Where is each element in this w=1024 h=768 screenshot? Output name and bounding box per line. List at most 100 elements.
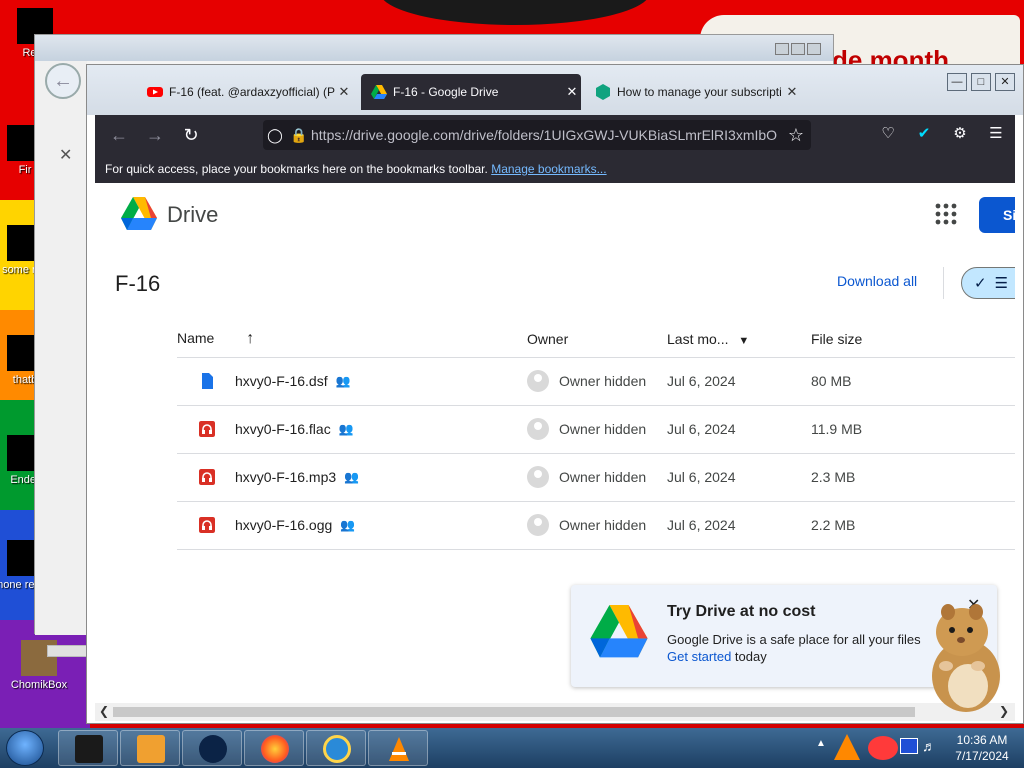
account-sync-icon[interactable]: ✔ [911,121,937,147]
table-row[interactable]: hxvy0-F-16.ogg 👥 Owner hidden Jul 6, 202… [177,501,1015,550]
vlc-tray-icon[interactable] [834,734,860,760]
column-name[interactable]: Name ↑ [177,321,527,358]
address-bar[interactable]: ◯ 🔒 https://drive.google.com/drive/folde… [263,120,811,150]
scrollbar-thumb[interactable] [113,707,915,717]
modified-date: Jul 6, 2024 [667,405,811,454]
shield-icon[interactable]: ◯ [263,127,287,144]
back-arrow-icon[interactable]: ← [45,63,81,99]
network-icon[interactable] [900,738,918,754]
vlc-icon [389,737,409,761]
back-arrow-icon[interactable]: ← [101,125,137,146]
tab-subscription[interactable]: How to manage your subscripti ✕ [585,74,801,110]
modified-date: Jul 6, 2024 [667,501,811,550]
file-name[interactable]: hxvy0-F-16.ogg [235,517,332,533]
google-drive-icon [371,85,387,99]
file-size: 2.2 MB [811,501,1015,550]
file-size: 11.9 MB [811,405,1015,454]
file-name[interactable]: hxvy0-F-16.dsf [235,373,328,389]
close-icon[interactable]: ✕ [59,145,83,165]
start-button[interactable] [6,730,44,766]
extensions-icon[interactable]: ⚙ [947,121,973,147]
taskbar: ▲ ♬ 10:36 AM 7/17/2024 [0,728,1024,768]
close-window-button[interactable]: ✕ [995,73,1015,91]
drive-app-name[interactable]: Drive [167,202,218,228]
youtube-icon [147,87,163,97]
check-icon: ✓ [974,275,987,292]
minimize-button[interactable]: — [947,73,967,91]
tray-app-icon[interactable] [868,736,898,760]
toolbar-right: ♡ ✔ ⚙ ☰ [875,121,1009,147]
hamster-mascot-icon [932,604,1000,712]
system-tray: ▲ ♬ 10:36 AM 7/17/2024 [810,728,1024,768]
background-close-button[interactable] [807,43,821,55]
dropdown-arrow-icon[interactable]: ▼ [738,335,749,347]
doc-file-icon [202,373,213,389]
manage-bookmarks-link[interactable]: Manage bookmarks... [491,162,606,176]
reload-icon[interactable]: ↻ [173,125,209,146]
background-maximize-button[interactable] [791,43,805,55]
tab-bar: F-16 (feat. @ardaxzyofficial) (Pr ✕ F-16… [87,65,1023,115]
column-size[interactable]: File size [811,321,1015,358]
avatar [527,370,549,392]
avatar [527,418,549,440]
clock[interactable]: 10:36 AM 7/17/2024 [940,732,1024,764]
taskbar-app-2[interactable] [120,730,180,766]
table-row[interactable]: hxvy0-F-16.flac 👥 Owner hidden Jul 6, 20… [177,405,1015,454]
promo-body: Google Drive is a safe place for all you… [667,632,921,664]
owner-text: Owner hidden [559,421,647,437]
audio-file-icon [199,517,215,533]
bookmark-star-icon[interactable]: ☆ [781,125,811,146]
google-drive-logo-icon [590,605,648,658]
sort-ascending-icon[interactable]: ↑ [246,330,254,347]
table-row[interactable]: hxvy0-F-16.dsf 👥 Owner hidden Jul 6, 202… [177,357,1015,406]
pocket-icon[interactable]: ♡ [875,121,901,147]
taskbar-ie[interactable] [306,730,366,766]
google-drive-logo-icon[interactable] [121,197,157,231]
taskbar-firefox[interactable] [244,730,304,766]
scroll-left-icon[interactable]: ❮ [99,704,109,718]
taskbar-app-3[interactable] [182,730,242,766]
url-text[interactable]: https://drive.google.com/drive/folders/1… [311,127,781,143]
view-toggle[interactable]: ✓ ☰ [961,267,1015,299]
tab-close-icon[interactable]: ✕ [783,84,801,100]
background-titlebar [35,35,833,61]
background-minimize-button[interactable] [775,43,789,55]
table-row[interactable]: hxvy0-F-16.mp3 👥 Owner hidden Jul 6, 202… [177,453,1015,502]
tray-expand-icon[interactable]: ▲ [816,738,826,749]
black-box-icon [75,735,103,763]
google-apps-icon[interactable] [935,203,957,225]
folder-title: F-16 [115,271,161,296]
tab-close-icon[interactable]: ✕ [563,84,581,100]
internet-explorer-icon [323,735,351,763]
file-size: 2.3 MB [811,453,1015,502]
modified-date: Jul 6, 2024 [667,357,811,406]
modified-date: Jul 6, 2024 [667,453,811,502]
avatar [527,466,549,488]
forward-arrow-icon[interactable]: → [137,125,173,146]
file-name[interactable]: hxvy0-F-16.flac [235,421,331,437]
download-all-button[interactable]: Download all [837,273,917,289]
get-started-link[interactable]: Get started [667,649,731,664]
promo-title: Try Drive at no cost [667,603,816,620]
taskbar-app-1[interactable] [58,730,118,766]
tab-youtube[interactable]: F-16 (feat. @ardaxzyofficial) (Pr ✕ [137,74,353,110]
tab-google-drive[interactable]: F-16 - Google Drive ✕ [361,74,581,110]
owner-text: Owner hidden [559,373,647,389]
lock-icon[interactable]: 🔒 [287,127,311,144]
volume-icon[interactable]: ♬ [922,738,936,754]
horizontal-scrollbar[interactable]: ❮ ❯ [95,703,1015,721]
taskbar-vlc[interactable] [368,730,428,766]
file-table: Name ↑ Owner Last mo... ▼ File size hxvy… [177,321,1015,550]
column-owner[interactable]: Owner [527,321,667,358]
maximize-button[interactable]: □ [971,73,991,91]
menu-icon[interactable]: ☰ [983,121,1009,147]
file-name[interactable]: hxvy0-F-16.mp3 [235,469,336,485]
table-header-row: Name ↑ Owner Last mo... ▼ File size [177,321,1015,358]
sign-in-button[interactable]: Si [979,197,1015,233]
tab-close-icon[interactable]: ✕ [335,84,353,100]
shared-icon: 👥 [344,470,360,484]
globe-icon [199,735,227,763]
column-modified[interactable]: Last mo... ▼ [667,321,811,358]
owner-text: Owner hidden [559,469,647,485]
drive-page: Drive Si F-16 Download all ✓ ☰ Name ↑ Ow… [95,183,1015,703]
